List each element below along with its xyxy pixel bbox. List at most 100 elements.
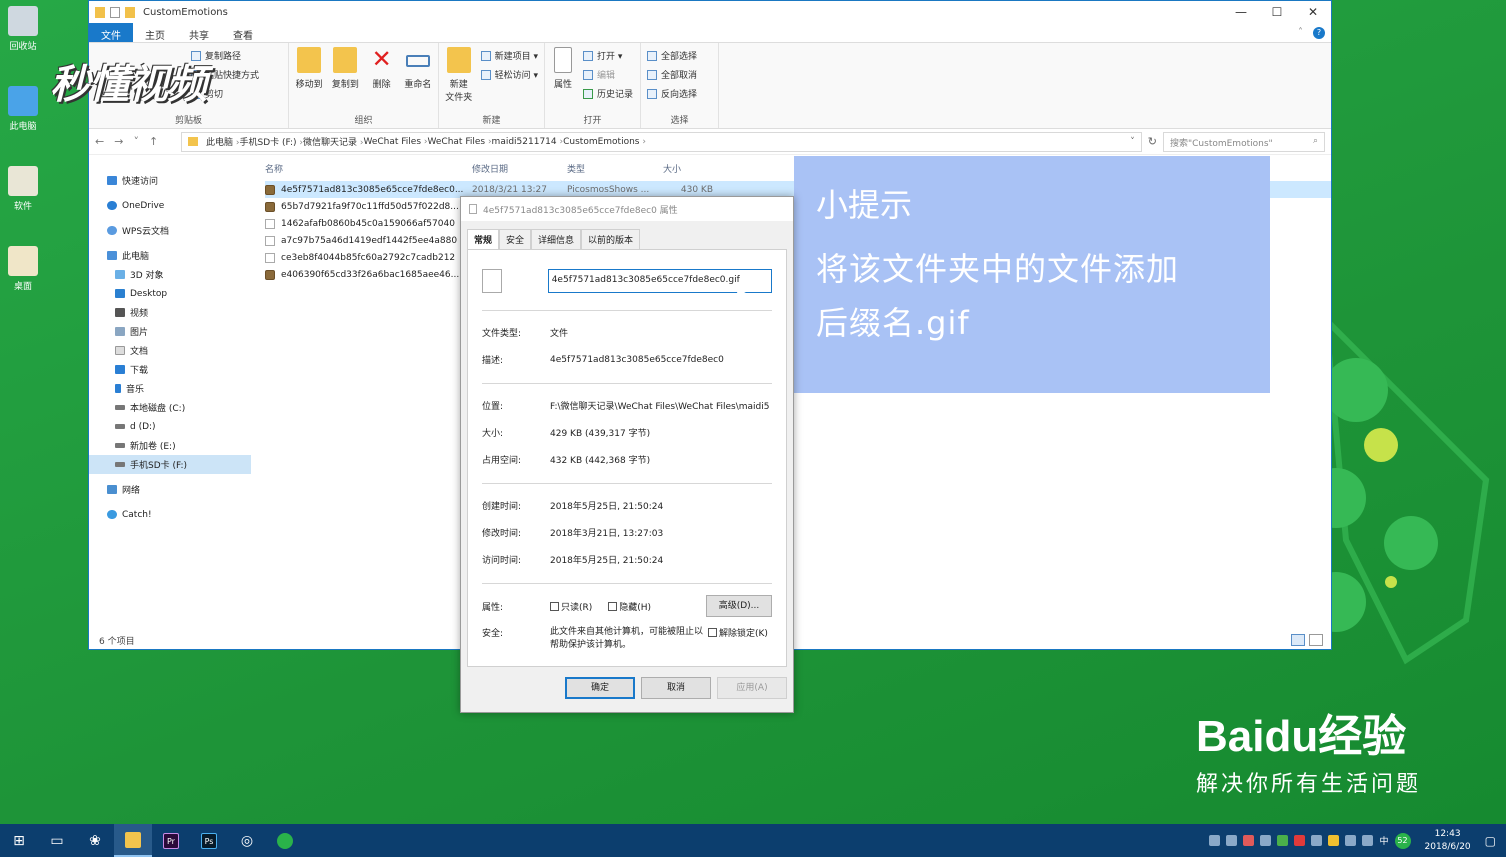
ribbon-group-label: 剪贴板 xyxy=(174,116,202,126)
nav-item-catch[interactable]: Catch! xyxy=(89,505,251,524)
new-folder-icon[interactable] xyxy=(125,6,135,18)
readonly-checkbox[interactable]: 只读(R) xyxy=(550,600,592,613)
address-bar[interactable]: 此电脑 手机SD卡 (F:) 微信聊天记录 WeChat Files WeCha… xyxy=(181,131,1142,152)
invert-selection-button[interactable]: 反向选择 xyxy=(647,87,697,100)
nav-item-drive-e[interactable]: 新加卷 (E:) xyxy=(89,436,251,455)
unblock-checkbox[interactable]: 解除锁定(K) xyxy=(708,626,768,639)
task-view-icon[interactable]: ▭ xyxy=(38,824,76,857)
folder-icon[interactable] xyxy=(95,6,105,18)
desktop-icon-this-pc[interactable]: 此电脑 xyxy=(4,86,42,132)
breadcrumb-item[interactable]: 手机SD卡 (F:) xyxy=(239,135,303,148)
tray-icon[interactable] xyxy=(1294,835,1306,846)
premiere-icon[interactable]: Pr xyxy=(152,824,190,857)
search-input[interactable]: 搜索"CustomEmotions" ⌕ xyxy=(1163,131,1325,152)
up-arrow-icon[interactable]: ↑ xyxy=(149,135,158,148)
tab-general[interactable]: 常规 xyxy=(467,229,500,249)
new-item-button[interactable]: 新建项目 ▾ xyxy=(480,49,538,62)
nav-item-videos[interactable]: 视频 xyxy=(89,303,251,322)
tab-view[interactable]: 查看 xyxy=(221,23,265,42)
breadcrumb-item[interactable]: 微信聊天记录 xyxy=(303,135,363,148)
app-icon[interactable]: ❀ xyxy=(76,824,114,857)
refresh-icon[interactable]: ↻ xyxy=(1148,135,1157,148)
back-arrow-icon[interactable]: ← xyxy=(95,135,104,148)
nav-item-3d-objects[interactable]: 3D 对象 xyxy=(89,265,251,284)
properties-icon[interactable] xyxy=(110,6,120,18)
open-button[interactable]: 打开 ▾ xyxy=(583,49,633,62)
cancel-button[interactable]: 取消 xyxy=(641,677,711,699)
nav-item-network[interactable]: 网络 xyxy=(89,480,251,499)
tray-icon[interactable] xyxy=(1226,835,1238,846)
divider xyxy=(482,383,772,384)
tray-icon[interactable] xyxy=(1328,835,1340,846)
recycle-bin-icon xyxy=(8,6,38,36)
nav-item-downloads[interactable]: 下载 xyxy=(89,360,251,379)
chevron-down-icon[interactable]: ˅ xyxy=(1130,137,1135,147)
help-icon[interactable]: ? xyxy=(1313,26,1325,39)
advanced-button[interactable]: 高级(D)... xyxy=(706,595,772,617)
maximize-button[interactable]: ☐ xyxy=(1259,5,1295,19)
breadcrumb-item[interactable]: WeChat Files xyxy=(428,137,492,147)
breadcrumb-item[interactable]: CustomEmotions xyxy=(563,137,646,147)
nav-item-drive-f[interactable]: 手机SD卡 (F:) xyxy=(89,455,251,474)
file-explorer-icon[interactable] xyxy=(114,824,152,857)
clock[interactable]: 12:43 2018/6/20 xyxy=(1425,828,1471,854)
desktop-icon-desktop[interactable]: 桌面 xyxy=(4,246,42,292)
apply-button[interactable]: 应用(A) xyxy=(717,677,787,699)
notification-icon[interactable]: ▢ xyxy=(1485,834,1496,848)
forward-arrow-icon[interactable]: → xyxy=(114,135,123,148)
badge-icon[interactable]: 52 xyxy=(1394,832,1411,849)
recent-locations-icon[interactable]: ˅ xyxy=(133,135,139,148)
tray-icon[interactable] xyxy=(1260,835,1272,846)
tray-icon[interactable] xyxy=(1209,835,1221,846)
column-header-type[interactable]: 类型 xyxy=(567,162,663,175)
tray-icon[interactable] xyxy=(1311,835,1323,846)
edit-button[interactable]: 编辑 xyxy=(583,68,633,81)
nav-item-this-pc[interactable]: 此电脑 xyxy=(89,246,251,265)
ok-button[interactable]: 确定 xyxy=(565,677,635,699)
hidden-checkbox[interactable]: 隐藏(H) xyxy=(608,600,651,613)
large-icons-view-icon[interactable] xyxy=(1309,634,1323,646)
tab-details[interactable]: 详细信息 xyxy=(531,229,582,249)
volume-icon[interactable] xyxy=(1362,835,1374,846)
desktop-icon-software[interactable]: 软件 xyxy=(4,166,42,212)
tray-icon[interactable] xyxy=(1243,835,1255,846)
nav-item-quick-access[interactable]: 快速访问 xyxy=(89,171,251,190)
desktop-icon-recycle-bin[interactable]: 回收站 xyxy=(4,6,42,52)
nav-item-wps-cloud[interactable]: WPS云文档 xyxy=(89,221,251,240)
nav-item-desktop[interactable]: Desktop xyxy=(89,284,251,303)
details-view-icon[interactable] xyxy=(1291,634,1305,646)
select-all-button[interactable]: 全部选择 xyxy=(647,49,697,62)
column-header-size[interactable]: 大小 xyxy=(663,162,723,175)
browser-icon[interactable]: ◎ xyxy=(228,824,266,857)
tab-share[interactable]: 共享 xyxy=(177,23,221,42)
ime-indicator[interactable]: 中 xyxy=(1379,834,1388,847)
nav-item-drive-c[interactable]: 本地磁盘 (C:) xyxy=(89,398,251,417)
select-none-button[interactable]: 全部取消 xyxy=(647,68,697,81)
chevron-up-icon[interactable]: ˄ xyxy=(1298,27,1303,38)
minimize-button[interactable]: — xyxy=(1223,5,1259,19)
column-header-date[interactable]: 修改日期 xyxy=(472,162,567,175)
history-button[interactable]: 历史记录 xyxy=(583,87,633,100)
wechat-icon[interactable] xyxy=(266,824,304,857)
tab-security[interactable]: 安全 xyxy=(499,229,532,249)
nav-item-onedrive[interactable]: OneDrive xyxy=(89,196,251,215)
breadcrumb-item[interactable]: WeChat Files xyxy=(363,137,427,147)
network-icon[interactable] xyxy=(1345,835,1357,846)
nav-item-pictures[interactable]: 图片 xyxy=(89,322,251,341)
breadcrumb-item[interactable]: 此电脑 xyxy=(206,135,239,148)
windows-start-icon[interactable]: ⊞ xyxy=(0,824,38,857)
video-watermark-logo: 秒懂视频 xyxy=(50,62,207,108)
tray-icon[interactable] xyxy=(1277,835,1289,846)
tab-home[interactable]: 主页 xyxy=(133,23,177,42)
easy-access-button[interactable]: 轻松访问 ▾ xyxy=(480,68,538,81)
nav-item-documents[interactable]: 文档 xyxy=(89,341,251,360)
column-header-name[interactable]: 名称 xyxy=(265,162,472,175)
nav-item-music[interactable]: 音乐 xyxy=(89,379,251,398)
dialog-tabs: 常规 安全 详细信息 以前的版本 xyxy=(461,229,793,249)
breadcrumb-item[interactable]: maidi5211714 xyxy=(492,137,564,147)
tab-previous-versions[interactable]: 以前的版本 xyxy=(581,229,641,249)
photoshop-icon[interactable]: Ps xyxy=(190,824,228,857)
close-button[interactable]: ✕ xyxy=(1295,5,1331,19)
nav-item-drive-d[interactable]: d (D:) xyxy=(89,417,251,436)
tab-file[interactable]: 文件 xyxy=(89,23,133,42)
